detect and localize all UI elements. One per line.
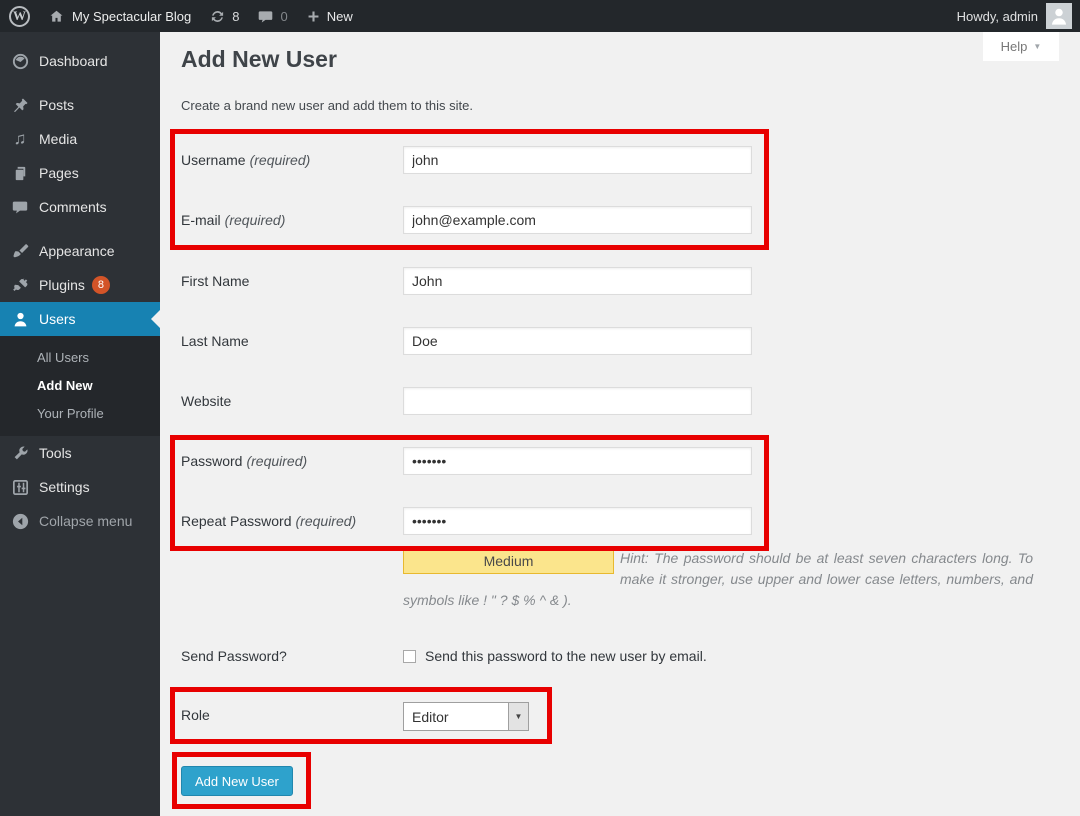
password-label: Password(required) xyxy=(181,453,307,469)
help-button[interactable]: Help ▼ xyxy=(983,32,1059,61)
chevron-down-icon: ▼ xyxy=(1033,42,1041,51)
submenu-item-all-users[interactable]: All Users xyxy=(0,344,160,372)
sidebar-item-label: Posts xyxy=(39,97,74,113)
website-input[interactable] xyxy=(403,387,752,415)
website-label: Website xyxy=(181,393,231,409)
plus-icon xyxy=(306,9,321,24)
plug-icon xyxy=(10,275,30,295)
send-password-label: Send Password? xyxy=(181,648,287,664)
paintbrush-icon xyxy=(10,241,30,261)
last-name-label: Last Name xyxy=(181,333,249,349)
users-submenu: All Users Add New Your Profile xyxy=(0,336,160,436)
pages-icon xyxy=(10,163,30,183)
submenu-item-your-profile[interactable]: Your Profile xyxy=(0,400,160,428)
sidebar-item-pages[interactable]: Pages xyxy=(0,156,160,190)
password-hint-area: Medium Hint: The password should be at l… xyxy=(403,548,1033,611)
email-label: E-mail(required) xyxy=(181,212,285,228)
submenu-item-add-new[interactable]: Add New xyxy=(0,372,160,400)
wordpress-logo-menu[interactable]: W xyxy=(0,0,39,32)
main-content: Help ▼ Add New User Create a brand new u… xyxy=(160,32,1080,816)
dashboard-gauge-icon xyxy=(10,51,30,71)
sidebar-item-label: Appearance xyxy=(39,243,115,259)
home-icon xyxy=(48,8,65,25)
sidebar-item-plugins[interactable]: Plugins 8 xyxy=(0,268,160,302)
howdy-text: Howdy, admin xyxy=(957,9,1038,24)
avatar xyxy=(1046,3,1072,29)
admin-bar: W My Spectacular Blog 8 0 New Howdy, adm… xyxy=(0,0,1080,32)
sidebar-item-label: Media xyxy=(39,131,77,147)
sliders-icon xyxy=(10,477,30,497)
menu-separator xyxy=(0,224,160,234)
sidebar-item-settings[interactable]: Settings xyxy=(0,470,160,504)
sidebar-item-label: Plugins xyxy=(39,277,85,293)
comment-bubble-icon xyxy=(257,8,274,25)
first-name-input[interactable] xyxy=(403,267,752,295)
plugins-update-badge: 8 xyxy=(92,276,110,294)
sidebar-item-appearance[interactable]: Appearance xyxy=(0,234,160,268)
sidebar-item-label: Comments xyxy=(39,199,107,215)
sidebar-item-comments[interactable]: Comments xyxy=(0,190,160,224)
page-title: Add New User xyxy=(181,46,337,73)
user-icon xyxy=(10,309,30,329)
sidebar-item-label: Users xyxy=(39,311,76,327)
site-menu[interactable]: My Spectacular Blog xyxy=(39,0,200,32)
username-label: Username(required) xyxy=(181,152,310,168)
updates-menu[interactable]: 8 xyxy=(200,0,248,32)
wordpress-logo-icon: W xyxy=(9,6,30,27)
sidebar-item-label: Settings xyxy=(39,479,90,495)
sidebar-item-media[interactable]: ♫ Media xyxy=(0,122,160,156)
collapse-menu-button[interactable]: Collapse menu xyxy=(0,504,160,538)
active-item-arrow xyxy=(151,310,160,328)
sidebar-item-label: Tools xyxy=(39,445,72,461)
collapse-menu-label: Collapse menu xyxy=(39,513,132,529)
first-name-label: First Name xyxy=(181,273,249,289)
help-label: Help xyxy=(1001,39,1028,54)
send-password-checkbox[interactable] xyxy=(403,650,416,663)
repeat-password-label: Repeat Password(required) xyxy=(181,513,356,529)
menu-separator xyxy=(0,78,160,88)
role-selected-value: Editor xyxy=(404,709,508,725)
sidebar-item-users[interactable]: Users xyxy=(0,302,160,336)
update-count: 8 xyxy=(232,9,239,24)
comments-menu[interactable]: 0 xyxy=(248,0,296,32)
username-input[interactable] xyxy=(403,146,752,174)
site-name: My Spectacular Blog xyxy=(72,9,191,24)
comment-count: 0 xyxy=(280,9,287,24)
password-strength-meter: Medium xyxy=(403,548,614,574)
repeat-password-input[interactable] xyxy=(403,507,752,535)
last-name-input[interactable] xyxy=(403,327,752,355)
updates-icon xyxy=(209,8,226,25)
role-label: Role xyxy=(181,707,210,723)
pushpin-icon xyxy=(10,95,30,115)
wrench-icon xyxy=(10,443,30,463)
admin-sidebar: Dashboard Posts ♫ Media Pages Comments A… xyxy=(0,32,160,816)
sidebar-item-label: Dashboard xyxy=(39,53,108,69)
media-note-icon: ♫ xyxy=(10,129,30,149)
role-select[interactable]: Editor ▼ xyxy=(403,702,529,731)
sidebar-item-label: Pages xyxy=(39,165,79,181)
sidebar-item-posts[interactable]: Posts xyxy=(0,88,160,122)
collapse-arrow-icon xyxy=(10,511,30,531)
page-subtitle: Create a brand new user and add them to … xyxy=(181,98,473,113)
account-menu[interactable]: Howdy, admin xyxy=(948,0,1072,32)
password-input[interactable] xyxy=(403,447,752,475)
new-content-menu[interactable]: New xyxy=(297,0,362,32)
add-new-user-button[interactable]: Add New User xyxy=(181,766,293,796)
email-input[interactable] xyxy=(403,206,752,234)
chevron-down-icon: ▼ xyxy=(508,703,528,730)
comment-bubble-icon xyxy=(10,197,30,217)
new-label: New xyxy=(327,9,353,24)
sidebar-item-tools[interactable]: Tools xyxy=(0,436,160,470)
send-password-checkbox-label: Send this password to the new user by em… xyxy=(425,648,707,664)
sidebar-item-dashboard[interactable]: Dashboard xyxy=(0,44,160,78)
